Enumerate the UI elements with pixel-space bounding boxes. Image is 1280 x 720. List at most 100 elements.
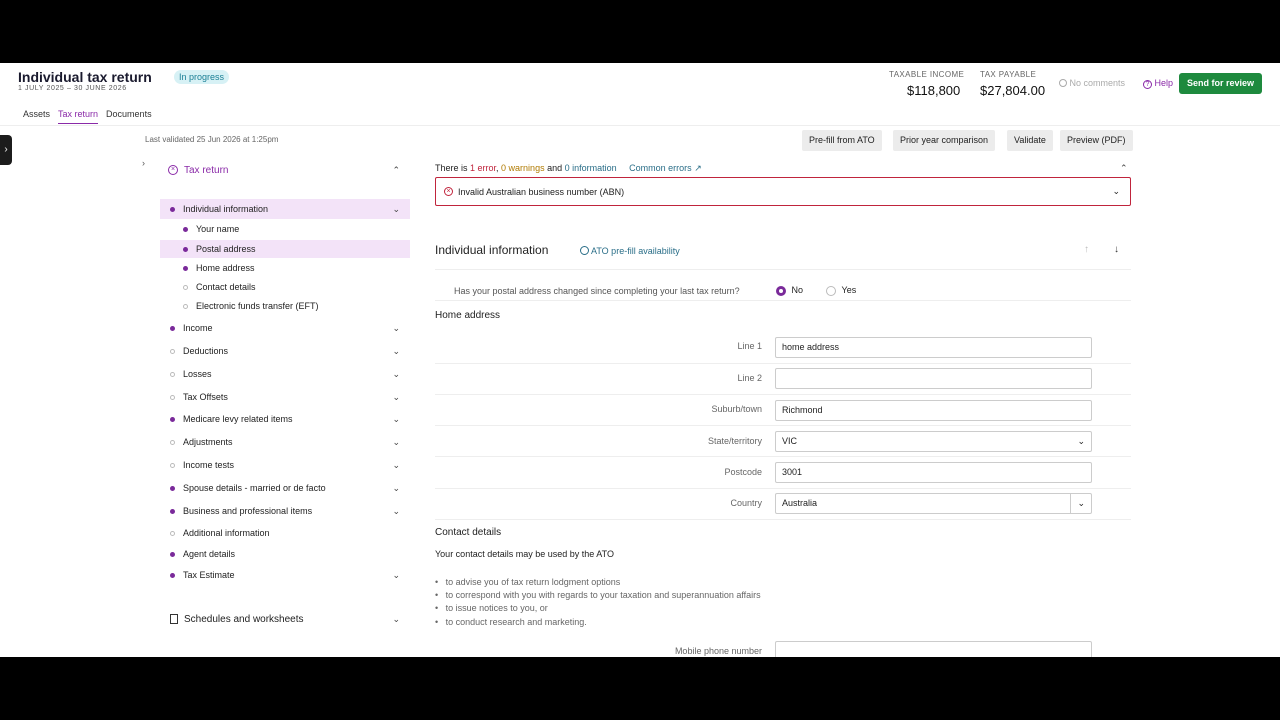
line2-input[interactable] <box>775 368 1092 389</box>
ato-prefill-link[interactable]: ATO pre-fill availability <box>580 246 680 256</box>
comments-label: No comments <box>1069 78 1126 88</box>
sidebar-subitem-eft[interactable]: Electronic funds transfer (EFT) <box>160 297 410 315</box>
error-summary: There is 1 error, 0 warnings and 0 infor… <box>435 163 702 174</box>
arrow-up-icon[interactable]: ↑ <box>1084 244 1089 255</box>
sidebar-item-label: Agent details <box>183 549 236 559</box>
incomplete-dot-icon <box>170 462 175 468</box>
sidebar-item-tax-offsets[interactable]: Tax Offsets ⌄ <box>160 388 410 406</box>
chevron-down-icon: ⌄ <box>392 482 400 493</box>
chevron-down-icon: ⌄ <box>392 613 400 624</box>
sidebar-item-income-tests[interactable]: Income tests ⌄ <box>160 456 410 474</box>
postcode-input[interactable]: 3001 <box>775 462 1092 483</box>
incomplete-dot-icon <box>170 348 175 354</box>
help-icon: ? <box>1143 80 1152 89</box>
error-message-row[interactable]: × Invalid Australian business number (AB… <box>435 177 1131 206</box>
sidebar-item-label: Deductions <box>183 346 229 356</box>
common-errors-link[interactable]: Common errors <box>629 163 692 173</box>
sidebar-subitem-postal-address[interactable]: Postal address <box>160 240 410 258</box>
sidebar-item-tax-estimate[interactable]: Tax Estimate ⌄ <box>160 566 410 584</box>
sidebar-item-additional-information[interactable]: Additional information <box>160 524 410 542</box>
error-message: Invalid Australian business number (ABN) <box>458 186 625 197</box>
prefill-from-ato-button[interactable]: Pre-fill from ATO <box>802 130 882 151</box>
sidebar-item-label: Income tests <box>183 460 235 470</box>
nav-heading-tax-return[interactable]: × Tax return ⌃ <box>160 156 410 184</box>
taxable-income-label: TAXABLE INCOME <box>889 70 965 79</box>
tab-assets[interactable]: Assets <box>23 109 50 124</box>
tab-documents[interactable]: Documents <box>106 109 152 124</box>
suburb-input[interactable]: Richmond <box>775 400 1092 421</box>
nav-heading-label: Tax return <box>184 164 229 176</box>
chevron-down-icon: ⌄ <box>392 203 400 214</box>
incomplete-dot-icon <box>183 284 188 290</box>
state-select[interactable]: VIC ⌄ <box>775 431 1092 452</box>
sidebar-subitem-label: Home address <box>196 263 255 273</box>
sidebar-item-business-items[interactable]: Business and professional items ⌄ <box>160 502 410 520</box>
chevron-up-icon: ⌃ <box>392 165 400 175</box>
sidebar-subitem-your-name[interactable]: Your name <box>160 220 410 238</box>
sidebar-item-label: Individual information <box>183 204 269 214</box>
complete-dot-icon <box>170 416 175 422</box>
mobile-phone-label: Mobile phone number <box>674 646 762 656</box>
sidebar-item-label: Losses <box>183 369 212 379</box>
complete-dot-icon <box>170 572 175 578</box>
list-item-text: to issue notices to you, or <box>445 603 548 613</box>
chevron-down-icon: ⌄ <box>392 436 400 447</box>
line2-label: Line 2 <box>737 373 762 383</box>
incomplete-dot-icon <box>183 303 188 309</box>
arrow-down-icon[interactable]: ↓ <box>1114 244 1119 255</box>
contact-details-heading: Contact details <box>435 527 502 538</box>
chevron-up-icon[interactable]: ⌃ <box>1120 163 1128 174</box>
preview-pdf-button[interactable]: Preview (PDF) <box>1060 130 1133 151</box>
sidebar-subitem-contact-details[interactable]: Contact details <box>160 278 410 296</box>
collapse-chevron-icon[interactable]: › <box>142 158 145 168</box>
sidebar-item-deductions[interactable]: Deductions ⌄ <box>160 342 410 360</box>
suburb-label: Suburb/town <box>711 404 762 414</box>
mobile-phone-input[interactable] <box>775 641 1092 657</box>
sidebar-subitem-label: Electronic funds transfer (EFT) <box>196 301 319 311</box>
radio-no[interactable]: No <box>776 285 803 296</box>
sidebar-subitem-label: Contact details <box>196 282 256 292</box>
help-link[interactable]: ? Help <box>1143 78 1173 89</box>
validate-button[interactable]: Validate <box>1007 130 1053 151</box>
chevron-down-icon: ⌄ <box>392 413 400 424</box>
sidebar-subitem-label: Your name <box>196 224 240 234</box>
complete-dot-icon <box>170 485 175 491</box>
send-for-review-button[interactable]: Send for review <box>1179 73 1263 94</box>
comments-link[interactable]: No comments <box>1059 78 1125 88</box>
country-select[interactable]: Australia ⌄ <box>775 493 1092 514</box>
chevron-down-icon: ⌄ <box>1112 186 1120 196</box>
prior-year-comparison-button[interactable]: Prior year comparison <box>893 130 996 151</box>
sidebar-item-adjustments[interactable]: Adjustments ⌄ <box>160 433 410 451</box>
sidebar-item-label: Income <box>183 323 213 333</box>
sidebar-subitem-home-address[interactable]: Home address <box>160 259 410 277</box>
tab-tax-return[interactable]: Tax return <box>58 109 99 124</box>
sidebar-item-spouse-details[interactable]: Spouse details - married or de facto ⌄ <box>160 479 410 497</box>
sidebar-item-income[interactable]: Income ⌄ <box>160 319 410 337</box>
sidebar-item-label: Schedules and worksheets <box>184 613 304 625</box>
state-label: State/territory <box>707 436 762 446</box>
radio-yes[interactable]: Yes <box>826 285 856 296</box>
state-value: VIC <box>782 436 798 446</box>
chevron-down-icon: ⌄ <box>392 368 400 379</box>
list-item-text: to advise you of tax return lodgment opt… <box>445 577 621 587</box>
radio-yes-label: Yes <box>841 285 857 295</box>
list-item: • to correspond with you with regards to… <box>435 590 761 600</box>
complete-dot-icon <box>170 508 175 514</box>
clock-icon <box>580 246 589 255</box>
ato-prefill-label: ATO pre-fill availability <box>591 246 680 256</box>
incomplete-dot-icon <box>170 371 175 377</box>
section-title: Individual information <box>435 243 549 257</box>
sidebar-item-agent-details[interactable]: Agent details <box>160 545 410 563</box>
sidebar-item-schedules[interactable]: Schedules and worksheets ⌄ <box>160 608 410 630</box>
sidebar-toggle-button[interactable]: › <box>0 135 12 165</box>
sidebar-item-individual-information[interactable]: Individual information ⌄ <box>160 199 410 219</box>
sidebar-item-medicare[interactable]: Medicare levy related items ⌄ <box>160 410 410 428</box>
country-value: Australia <box>782 498 818 508</box>
list-item: • to issue notices to you, or <box>435 603 548 613</box>
sidebar-nav: × Tax return ⌃ Individual information ⌄ … <box>160 156 410 636</box>
sidebar-item-losses[interactable]: Losses ⌄ <box>160 365 410 383</box>
sidebar-item-label: Adjustments <box>183 437 233 447</box>
line1-input[interactable]: home address <box>775 337 1092 358</box>
home-address-heading: Home address <box>435 310 501 321</box>
line1-label: Line 1 <box>737 341 762 351</box>
